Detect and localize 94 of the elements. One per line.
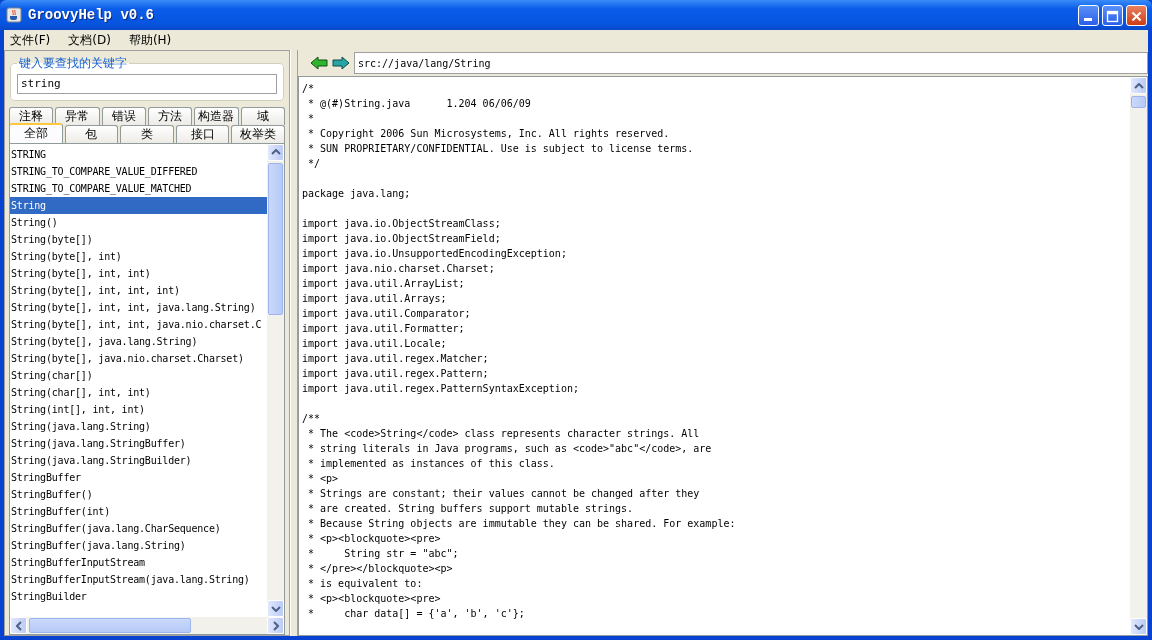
code-line: * Strings are constant; their values cannot be changed after they xyxy=(307,487,701,501)
code-line: * implemented as instances of this class. xyxy=(307,457,556,471)
code-line: import java.util.ArrayList; xyxy=(302,277,466,291)
code-line: import java.io.ObjectStreamField; xyxy=(302,232,502,246)
result-item[interactable]: StringBuffer xyxy=(10,468,267,486)
result-item[interactable]: String(byte[], int, int, java.lang.String) xyxy=(10,298,267,316)
minimize-icon xyxy=(1084,17,1092,21)
code-line: * </pre></blockquote><p> xyxy=(307,562,454,576)
result-item[interactable]: StringBuffer(int) xyxy=(10,502,267,520)
code-line: import java.nio.charset.Charset; xyxy=(302,262,496,276)
code-line: * The <code>String</code> class represents character strings. All xyxy=(307,427,701,441)
code-line: * <p><blockquote><pre> xyxy=(307,532,442,546)
tab[interactable]: 错误 xyxy=(101,106,146,125)
search-field[interactable]: string xyxy=(17,73,277,94)
result-item[interactable]: String(char[], int, int) xyxy=(10,383,267,401)
result-item[interactable]: String(int[], int, int) xyxy=(10,400,267,418)
code-line: * String str = "abc"; xyxy=(307,547,460,561)
code-line: * Copyright 2006 Sun Microsystems, Inc. All rights reserved. xyxy=(307,127,671,141)
maximize-button[interactable] xyxy=(1102,4,1123,26)
window-title: GroovyHelp v0.6 xyxy=(28,7,156,23)
scrollbar-thumb[interactable] xyxy=(29,618,191,633)
chevron-down-icon[interactable] xyxy=(270,605,281,612)
code-line: import java.io.ObjectStreamClass; xyxy=(302,217,502,231)
code-line: * <p><blockquote><pre> xyxy=(307,592,442,606)
minimize-button[interactable] xyxy=(1078,4,1099,26)
result-item[interactable]: STRING_TO_COMPARE_VALUE_DIFFERED xyxy=(10,162,267,180)
chevron-down-icon[interactable] xyxy=(1133,623,1144,630)
tab[interactable]: 注释 xyxy=(9,106,54,125)
code-line: * <p> xyxy=(307,472,340,486)
code-line: * string literals in Java programs, such as <code>"abc"</code>, are xyxy=(307,442,713,456)
result-item[interactable]: String(byte[], int, int, int) xyxy=(10,281,267,299)
address-field[interactable]: src://java/lang/String xyxy=(354,52,1148,74)
result-item[interactable]: String(java.lang.String) xyxy=(10,417,267,435)
code-line: /** xyxy=(302,412,322,426)
horizontal-scrollbar[interactable] xyxy=(10,617,284,634)
code-line: import java.util.regex.Matcher; xyxy=(302,352,490,366)
chevron-left-icon[interactable] xyxy=(15,620,22,631)
tab[interactable]: 异常 xyxy=(55,106,100,125)
back-arrow-icon[interactable] xyxy=(310,56,328,70)
code-line: * are created. String buffers support mutable strings. xyxy=(307,502,635,516)
menu-item[interactable]: 文档(D) xyxy=(68,31,111,49)
code-line: import java.util.Arrays; xyxy=(302,292,448,306)
code-line: import java.util.regex.PatternSyntaxException; xyxy=(302,382,580,396)
result-item[interactable]: String(byte[], int, int) xyxy=(10,264,267,282)
result-item[interactable]: String(byte[]) xyxy=(10,230,267,248)
code-line: package java.lang; xyxy=(302,187,412,201)
code-line: import java.util.regex.Pattern; xyxy=(302,367,490,381)
tab[interactable]: 域 xyxy=(240,106,285,125)
result-item[interactable]: String(java.lang.StringBuilder) xyxy=(10,451,267,469)
search-legend: 键入要查找的关键字 xyxy=(17,55,129,72)
scrollbar-thumb[interactable] xyxy=(268,162,283,315)
menu-item[interactable]: 帮助(H) xyxy=(128,31,172,49)
code-line: /* xyxy=(302,82,316,96)
code-line: * char data[] = {'a', 'b', 'c'}; xyxy=(307,607,526,621)
code-line: import java.io.UnsupportedEncodingException; xyxy=(302,247,568,261)
chevron-up-icon[interactable] xyxy=(270,149,281,155)
result-item[interactable]: String(byte[], java.lang.String) xyxy=(10,332,267,350)
code-line: import java.util.Comparator; xyxy=(302,307,472,321)
chevron-up-icon[interactable] xyxy=(1133,82,1144,89)
result-item[interactable]: StringBuffer() xyxy=(10,485,267,503)
forward-arrow-icon[interactable] xyxy=(332,56,350,70)
code-line: */ xyxy=(307,157,322,171)
vertical-scrollbar[interactable] xyxy=(267,143,284,617)
result-item[interactable]: StringBufferInputStream(java.lang.String) xyxy=(10,570,267,588)
code-line: * @(#)String.java 1.204 06/06/09 xyxy=(307,97,532,111)
result-item[interactable]: String(byte[], int, int, java.nio.charset.C xyxy=(10,315,267,333)
result-item[interactable]: StringBuffer(java.lang.String) xyxy=(10,536,267,554)
result-item[interactable]: STRING_TO_COMPARE_VALUE_MATCHED xyxy=(10,179,267,197)
result-item[interactable]: STRING xyxy=(10,145,267,163)
tab[interactable]: 方法 xyxy=(148,106,193,125)
code-line: import java.util.Locale; xyxy=(302,337,448,351)
menu-item[interactable]: 文件(F) xyxy=(10,31,51,49)
code-line: import java.util.Formatter; xyxy=(302,322,466,336)
scrollbar-thumb[interactable] xyxy=(1131,96,1146,108)
close-button[interactable] xyxy=(1126,4,1147,26)
result-item[interactable]: StringBuilder xyxy=(10,587,267,605)
result-item[interactable]: String() xyxy=(10,213,267,231)
result-item[interactable]: StringBufferInputStream xyxy=(10,553,267,571)
code-line: * SUN PROPRIETARY/CONFIDENTIAL. Use is subject to license terms. xyxy=(307,142,695,156)
result-item[interactable]: String(char[]) xyxy=(10,366,267,384)
result-item[interactable]: String(byte[], java.nio.charset.Charset) xyxy=(10,349,267,367)
splitter-handle[interactable] xyxy=(290,50,298,636)
result-item[interactable]: String xyxy=(10,196,267,214)
tab[interactable]: 构造器 xyxy=(194,106,239,125)
result-item[interactable]: StringBuffer(java.lang.CharSequence) xyxy=(10,519,267,537)
result-item[interactable]: String(byte[], int) xyxy=(10,247,267,265)
code-line: * is equivalent to: xyxy=(307,577,424,591)
coffee-cup-icon xyxy=(6,7,22,23)
vertical-scrollbar[interactable] xyxy=(1130,77,1147,635)
tab[interactable]: 全部 xyxy=(9,122,63,143)
code-line: * Because String objects are immutable they can be shared. For example: xyxy=(307,517,737,531)
chevron-right-icon[interactable] xyxy=(272,620,279,631)
result-item[interactable]: String(java.lang.StringBuffer) xyxy=(10,434,267,452)
code-line: * xyxy=(307,112,316,126)
